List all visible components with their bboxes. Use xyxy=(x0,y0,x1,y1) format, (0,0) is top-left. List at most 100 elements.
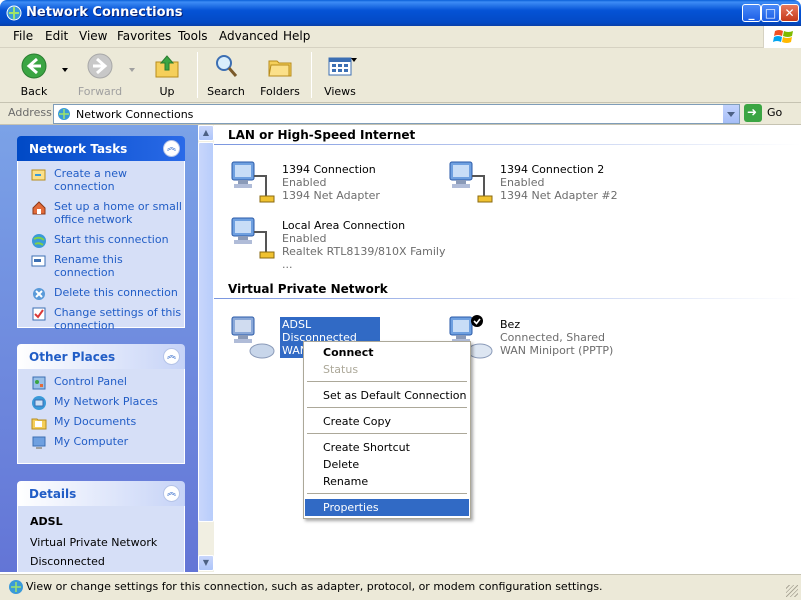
go-arrow-icon[interactable] xyxy=(744,104,762,122)
network-tasks-header[interactable]: Network Tasks ︽ xyxy=(17,136,185,161)
task-create-connection[interactable]: Create a new connection xyxy=(28,167,184,193)
menu-file[interactable]: File xyxy=(13,29,33,43)
status-bar: View or change settings for this connect… xyxy=(0,574,801,600)
address-value: Network Connections xyxy=(76,108,194,121)
forward-arrow-icon xyxy=(87,53,113,79)
maximize-button[interactable]: □ xyxy=(761,4,780,22)
menu-properties[interactable]: Properties xyxy=(305,499,469,516)
close-button[interactable]: ✕ xyxy=(780,4,799,22)
connection-status: Enabled xyxy=(282,176,327,189)
collapse-chevron-icon[interactable]: ︽ xyxy=(163,140,180,157)
connection-local-area[interactable]: Local Area Connection Enabled Realtek RT… xyxy=(228,214,458,271)
menu-help[interactable]: Help xyxy=(283,29,310,43)
menu-status[interactable]: Status xyxy=(305,361,469,378)
task-rename-connection[interactable]: Rename this connection xyxy=(28,253,184,279)
connection-1394-2[interactable]: 1394 Connection 2 Enabled 1394 Net Adapt… xyxy=(446,158,656,206)
rename-icon xyxy=(31,255,46,267)
menu-edit[interactable]: Edit xyxy=(45,29,68,43)
group-vpn-title: Virtual Private Network xyxy=(228,282,388,296)
menu-bar: File Edit View Favorites Tools Advanced … xyxy=(0,26,801,48)
other-places-header[interactable]: Other Places ︽ xyxy=(17,344,185,369)
globe-icon xyxy=(32,234,46,248)
task-setup-home-network[interactable]: Set up a home or small office network xyxy=(28,200,184,226)
details-type: Virtual Private Network xyxy=(30,536,158,549)
network-tasks-panel: Network Tasks ︽ Create a new connection … xyxy=(17,136,185,332)
collapse-chevron-icon[interactable]: ︽ xyxy=(163,348,180,365)
connection-status: Enabled xyxy=(500,176,545,189)
place-my-network-places[interactable]: My Network Places xyxy=(28,395,184,410)
collapse-chevron-icon[interactable]: ︽ xyxy=(163,485,180,502)
folders-label: Folders xyxy=(260,85,300,98)
forward-button[interactable]: Forward xyxy=(76,52,124,100)
scroll-up-icon[interactable]: ▲ xyxy=(198,125,214,141)
views-label: Views xyxy=(324,85,356,98)
group-divider xyxy=(214,144,801,145)
forward-dropdown-icon[interactable] xyxy=(129,68,135,72)
menu-separator xyxy=(307,381,467,382)
up-button[interactable]: Up xyxy=(150,52,184,100)
menu-create-shortcut[interactable]: Create Shortcut xyxy=(305,439,469,456)
connection-device: 1394 Net Adapter #2 xyxy=(500,189,618,202)
computer-icon xyxy=(32,436,46,449)
details-header[interactable]: Details ︽ xyxy=(17,481,185,506)
connection-bez[interactable]: Bez Connected, Shared WAN Miniport (PPTP… xyxy=(446,313,656,361)
task-start-connection[interactable]: Start this connection xyxy=(28,233,184,248)
search-button[interactable]: Search xyxy=(205,52,247,100)
task-pane-scrollbar[interactable]: ▲ ▼ xyxy=(198,125,214,572)
status-text: View or change settings for this connect… xyxy=(26,580,603,593)
folders-icon xyxy=(268,60,292,77)
back-button[interactable]: Back xyxy=(12,52,56,100)
other-places-title: Other Places xyxy=(29,350,116,364)
menu-separator xyxy=(307,407,467,408)
network-connections-icon xyxy=(58,108,70,120)
delete-icon xyxy=(33,288,45,300)
connection-name: 1394 Connection xyxy=(282,163,376,176)
details-panel: Details ︽ ADSL Virtual Private Network D… xyxy=(17,481,185,572)
network-tasks-title: Network Tasks xyxy=(29,142,128,156)
details-status: Disconnected xyxy=(30,555,105,568)
forward-label: Forward xyxy=(77,85,123,98)
menu-rename[interactable]: Rename xyxy=(305,473,469,490)
folders-button[interactable]: Folders xyxy=(258,52,302,100)
menu-view[interactable]: View xyxy=(79,29,107,43)
home-network-icon xyxy=(32,201,46,215)
address-dropdown-icon[interactable] xyxy=(722,105,739,123)
toolbar-separator xyxy=(311,52,312,98)
control-panel-icon xyxy=(32,376,46,390)
network-places-icon xyxy=(32,396,46,410)
toolbar: Back Forward Up Search Folders Views xyxy=(0,48,801,103)
folder-up-icon xyxy=(155,55,179,78)
menu-tools[interactable]: Tools xyxy=(178,29,208,43)
connection-device: WAN Miniport (PPTP) xyxy=(500,344,614,357)
vpn-connection-icon xyxy=(231,316,275,359)
address-input[interactable]: Network Connections xyxy=(53,104,740,124)
menu-delete[interactable]: Delete xyxy=(305,456,469,473)
menu-favorites[interactable]: Favorites xyxy=(117,29,171,43)
views-dropdown-icon[interactable] xyxy=(351,58,357,62)
menu-set-default[interactable]: Set as Default Connection xyxy=(305,387,469,404)
menu-advanced[interactable]: Advanced xyxy=(219,29,278,43)
lan-connection-icon xyxy=(449,161,493,203)
back-arrow-icon xyxy=(21,53,47,79)
connection-name: Bez xyxy=(500,318,521,331)
back-dropdown-icon[interactable] xyxy=(62,68,68,72)
resize-grip-icon[interactable] xyxy=(786,585,798,597)
task-change-settings[interactable]: Change settings of this connection xyxy=(28,306,184,332)
place-my-computer[interactable]: My Computer xyxy=(28,435,184,449)
task-pane: Network Tasks ︽ Create a new connection … xyxy=(0,125,198,572)
place-my-documents[interactable]: My Documents xyxy=(28,415,184,430)
windows-logo-icon xyxy=(763,26,801,48)
scrollbar-thumb[interactable] xyxy=(198,142,214,522)
menu-separator xyxy=(307,493,467,494)
go-button[interactable]: Go xyxy=(767,106,782,119)
lan-connection-icon xyxy=(231,217,275,259)
menu-create-copy[interactable]: Create Copy xyxy=(305,413,469,430)
scroll-down-icon[interactable]: ▼ xyxy=(198,555,214,571)
title-bar[interactable]: Network Connections _ □ ✕ xyxy=(0,0,801,26)
place-control-panel[interactable]: Control Panel xyxy=(28,375,184,390)
task-delete-connection[interactable]: Delete this connection xyxy=(28,286,184,300)
connection-1394[interactable]: 1394 Connection Enabled 1394 Net Adapter xyxy=(228,158,438,206)
menu-connect[interactable]: Connect xyxy=(305,344,469,361)
context-menu: Connect Status Set as Default Connection… xyxy=(303,341,471,519)
minimize-button[interactable]: _ xyxy=(742,4,761,22)
